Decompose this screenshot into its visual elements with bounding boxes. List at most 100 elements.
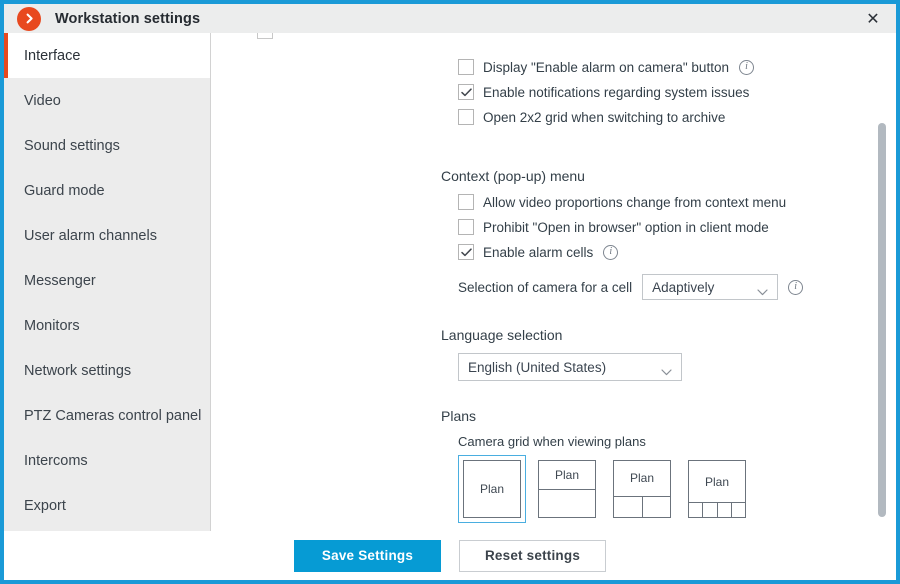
checkbox-enable-notifications[interactable] [458, 84, 474, 100]
plan-sub-cell [641, 496, 671, 517]
camera-selection-label: Selection of camera for a cell [458, 279, 633, 295]
content-scrollbar[interactable] [877, 33, 887, 531]
language-dropdown[interactable]: English (United States) [458, 353, 682, 381]
plan-bottom-row [539, 489, 595, 517]
checkbox-row-allow-video-proportions: Allow video proportions change from cont… [458, 194, 803, 210]
sidebar-item-guard-mode[interactable]: Guard mode [4, 168, 210, 213]
sidebar-item-label: Sound settings [24, 137, 120, 154]
plan-layout-options: Plan Plan Plan Plan [458, 455, 758, 523]
camera-grid-subtitle: Camera grid when viewing plans [458, 434, 646, 449]
checkbox-label: Enable alarm cells [483, 244, 594, 260]
context-menu-options: Allow video proportions change from cont… [441, 194, 804, 300]
plan-sub-cell [539, 490, 595, 517]
workstation-settings-window: Workstation settings ✕ Interface Video S… [0, 0, 900, 584]
plan-bottom-row [689, 502, 745, 517]
plan-layout-preview: Plan [463, 460, 521, 518]
plan-layout-preview: Plan [538, 460, 596, 518]
checkbox-row-enable-notifications: Enable notifications regarding system is… [458, 84, 754, 100]
context-menu-title: Context (pop-up) menu [441, 168, 585, 184]
sidebar-item-ptz-cameras-control-panel[interactable]: PTZ Cameras control panel [4, 393, 210, 438]
plan-cell-label: Plan [704, 474, 730, 489]
camera-selection-row: Selection of camera for a cell Adaptivel… [458, 274, 804, 300]
checkbox-partial[interactable] [257, 33, 273, 39]
plan-sub-cell [689, 503, 702, 517]
sidebar-item-sound-settings[interactable]: Sound settings [4, 123, 210, 168]
plan-sub-cell [614, 497, 642, 517]
settings-sidebar: Interface Video Sound settings Guard mod… [4, 33, 211, 531]
checkbox-row-display-enable-alarm-on-camera: Display "Enable alarm on camera" button … [458, 59, 754, 75]
plan-cell-label: Plan [554, 468, 580, 482]
sidebar-item-user-alarm-channels[interactable]: User alarm channels [4, 213, 210, 258]
plan-sub-cell [730, 503, 745, 517]
window-body: Interface Video Sound settings Guard mod… [4, 33, 896, 580]
title-bar: Workstation settings ✕ [4, 0, 896, 33]
checkbox-allow-video-proportions[interactable] [458, 194, 474, 210]
save-settings-button[interactable]: Save Settings [294, 539, 441, 572]
sidebar-item-interface[interactable]: Interface [4, 33, 210, 78]
checkbox-label: Allow video proportions change from cont… [483, 194, 787, 210]
sidebar-item-intercoms[interactable]: Intercoms [4, 438, 210, 483]
sidebar-item-network-settings[interactable]: Network settings [4, 348, 210, 393]
checkbox-row-enable-alarm-cells: Enable alarm cells i [458, 244, 803, 260]
chevron-down-icon [757, 284, 768, 299]
sidebar-item-label: PTZ Cameras control panel [24, 407, 202, 424]
plan-cell-label: Plan [629, 471, 655, 486]
general-checkbox-group: Display "Enable alarm on camera" button … [458, 59, 754, 134]
checkbox-label: Prohibit "Open in browser" option in cli… [483, 219, 769, 235]
checkbox-open-2x2-grid[interactable] [458, 109, 474, 125]
chevron-down-icon [661, 364, 672, 379]
info-icon[interactable]: i [603, 244, 619, 260]
plans-group: Plans Camera grid when viewing plans Pla… [441, 408, 758, 523]
language-selection-body: English (United States) [441, 353, 682, 381]
language-value: English (United States) [468, 359, 607, 375]
checkbox-row-open-2x2-grid: Open 2x2 grid when switching to archive [458, 109, 754, 125]
checkbox-label: Open 2x2 grid when switching to archive [483, 109, 726, 125]
info-icon[interactable]: i [738, 59, 754, 75]
plan-layout-preview: Plan [613, 460, 671, 518]
chevron-right-circle-icon [17, 6, 41, 31]
plan-layout-option-plan-plus-4[interactable]: Plan [683, 455, 751, 523]
plan-sub-cell [716, 503, 731, 517]
checkbox-prohibit-open-in-browser[interactable] [458, 219, 474, 235]
sidebar-item-label: Export [24, 497, 66, 514]
plan-layout-preview: Plan [688, 460, 746, 518]
settings-content-panel: Display "Enable alarm on camera" button … [212, 33, 896, 531]
scroll-area: Display "Enable alarm on camera" button … [212, 33, 867, 531]
sidebar-item-label: Video [24, 92, 61, 109]
plan-layout-option-plan-plus-1[interactable]: Plan [533, 455, 601, 523]
plan-cell-label: Plan [479, 482, 505, 496]
checkbox-enable-alarm-cells[interactable] [458, 244, 474, 260]
sidebar-item-label: Interface [24, 47, 81, 64]
sidebar-item-label: Messenger [24, 272, 96, 289]
language-selection-group: Language selection English (United State… [441, 327, 682, 381]
sidebar-item-video[interactable]: Video [4, 78, 210, 123]
context-menu-group: Context (pop-up) menu Allow video propor… [441, 168, 804, 300]
plan-layout-option-plan-plus-2[interactable]: Plan [608, 455, 676, 523]
sidebar-item-label: User alarm channels [24, 227, 157, 244]
checkbox-display-enable-alarm-on-camera[interactable] [458, 59, 474, 75]
camera-selection-dropdown[interactable]: Adaptively [642, 274, 779, 300]
info-icon[interactable]: i [788, 279, 804, 295]
sidebar-item-label: Guard mode [24, 182, 105, 199]
sidebar-item-messenger[interactable]: Messenger [4, 258, 210, 303]
scrollbar-thumb[interactable] [878, 123, 886, 517]
camera-selection-value: Adaptively [652, 279, 715, 295]
sidebar-item-monitors[interactable]: Monitors [4, 303, 210, 348]
checkbox-label: Enable notifications regarding system is… [483, 84, 750, 100]
checkbox-row-prohibit-open-in-browser: Prohibit "Open in browser" option in cli… [458, 219, 803, 235]
plan-bottom-row [614, 495, 671, 517]
close-button[interactable]: ✕ [850, 4, 896, 33]
language-selection-title: Language selection [441, 327, 563, 343]
plan-sub-cell [702, 503, 716, 517]
sidebar-item-label: Intercoms [24, 452, 88, 469]
plans-body: Camera grid when viewing plans Plan Plan… [441, 434, 758, 523]
plans-title: Plans [441, 408, 477, 424]
sidebar-item-label: Monitors [24, 317, 80, 334]
reset-settings-button[interactable]: Reset settings [459, 539, 606, 572]
sidebar-item-label: Network settings [24, 362, 132, 379]
plan-layout-option-single-cell[interactable]: Plan [458, 455, 526, 523]
sidebar-item-export[interactable]: Export [4, 483, 210, 528]
partially-scrolled-checkbox-row [249, 33, 549, 41]
dialog-footer: Save Settings Reset settings [4, 531, 896, 580]
window-title: Workstation settings [55, 10, 201, 27]
